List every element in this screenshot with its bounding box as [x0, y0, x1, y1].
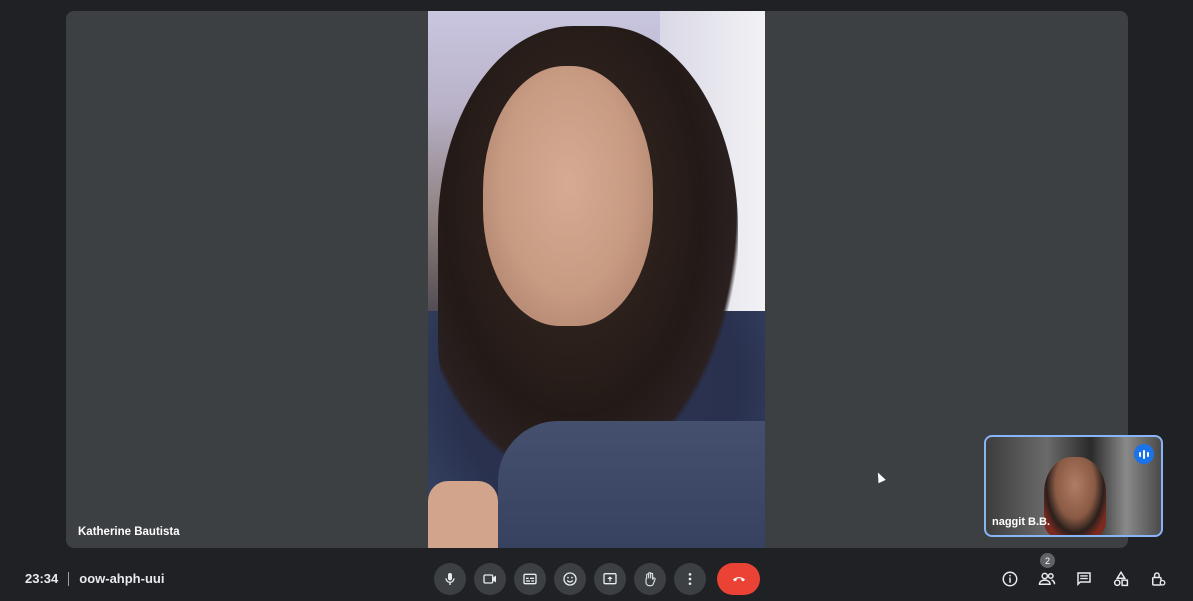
reactions-button[interactable]	[554, 563, 586, 595]
hand-icon	[645, 572, 656, 587]
divider	[68, 571, 70, 586]
activities-icon	[1113, 570, 1129, 587]
mic-button[interactable]	[434, 563, 466, 595]
self-video	[1044, 457, 1106, 535]
people-icon	[1038, 572, 1056, 585]
clock-time: 23:34	[25, 571, 59, 586]
closed-captions-icon	[523, 573, 537, 585]
bottom-toolbar: 23:34 oow-ahph-uui 2	[0, 553, 1193, 601]
activities-button[interactable]	[1111, 569, 1131, 589]
raise-hand-button[interactable]	[634, 563, 666, 595]
emoji-icon	[563, 572, 577, 586]
microphone-icon	[445, 573, 455, 585]
main-stage: Katherine Bautista	[66, 11, 1128, 548]
meeting-details: 23:34 oow-ahph-uui	[25, 571, 164, 586]
meeting-code: oow-ahph-uui	[79, 571, 165, 586]
self-view-tile[interactable]: naggit B.B.	[984, 435, 1163, 537]
side-panel-buttons: 2	[1000, 553, 1168, 589]
host-controls-icon	[1152, 572, 1166, 586]
more-options-button[interactable]	[674, 563, 706, 595]
self-name-label: naggit B.B.	[992, 516, 1051, 528]
chat-icon	[1077, 572, 1091, 587]
present-screen-icon	[603, 573, 617, 585]
captions-button[interactable]	[514, 563, 546, 595]
end-call-icon	[732, 577, 745, 582]
call-controls	[434, 563, 760, 595]
camera-button[interactable]	[474, 563, 506, 595]
video-camera-icon	[483, 574, 496, 584]
present-button[interactable]	[594, 563, 626, 595]
chat-button[interactable]	[1074, 569, 1094, 589]
speaking-indicator-icon	[1134, 444, 1154, 464]
host-controls-button[interactable]	[1148, 569, 1168, 589]
meeting-details-button[interactable]	[1000, 569, 1020, 589]
people-button[interactable]: 2	[1037, 553, 1057, 589]
participant-video	[428, 11, 765, 548]
participant-name-label: Katherine Bautista	[78, 526, 180, 538]
leave-call-button[interactable]	[717, 563, 760, 595]
people-count-badge: 2	[1040, 553, 1055, 568]
info-icon	[1002, 571, 1018, 587]
more-vertical-icon	[688, 573, 692, 585]
